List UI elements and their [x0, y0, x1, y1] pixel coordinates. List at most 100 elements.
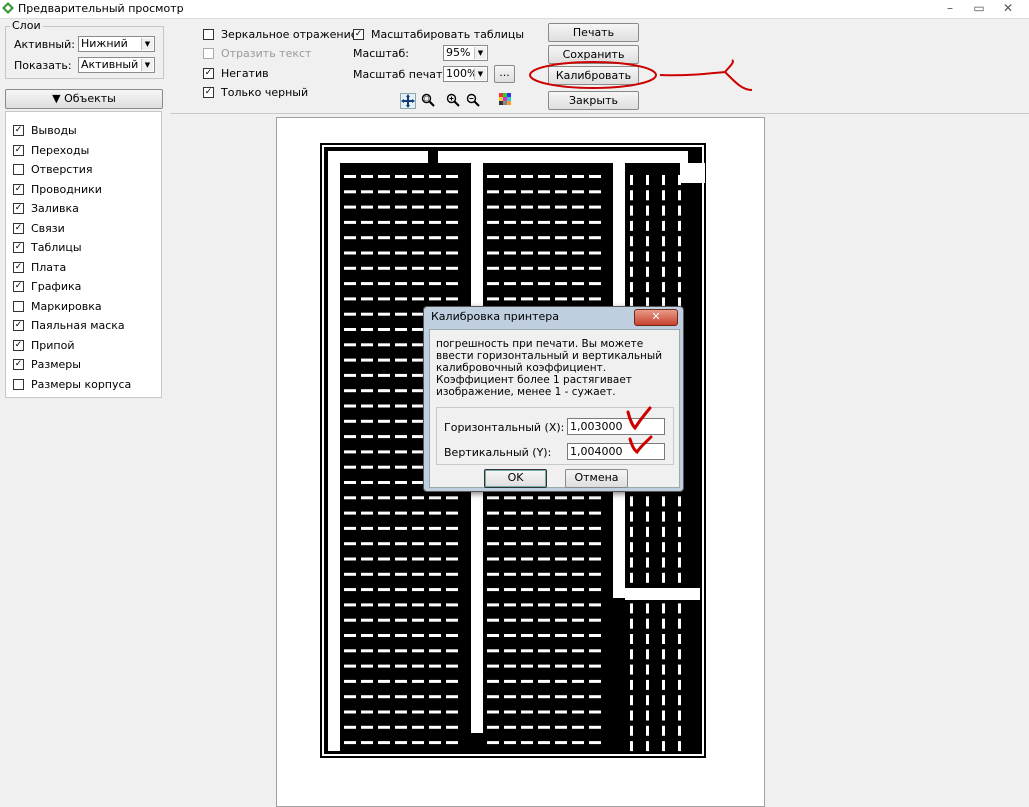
- active-layer-value: Нижний: [81, 37, 128, 50]
- object-item-traces[interactable]: ✓ Проводники: [13, 182, 102, 196]
- checkbox[interactable]: [203, 28, 214, 40]
- object-item-dimensions[interactable]: ✓ Размеры: [13, 357, 81, 371]
- checkbox[interactable]: [13, 300, 24, 312]
- object-item-label: Переходы: [31, 143, 90, 157]
- object-item-label: Таблицы: [31, 240, 82, 254]
- black-only-label: Только черный: [221, 85, 309, 99]
- object-item-marking[interactable]: Маркировка: [13, 299, 102, 313]
- object-item-solder-mask[interactable]: ✓ Паяльная маска: [13, 318, 125, 332]
- show-layer-select[interactable]: Активный ▼: [78, 57, 155, 73]
- print-button[interactable]: Печать: [548, 23, 639, 42]
- chevron-down-icon: ▼: [141, 59, 153, 71]
- negative-label: Негатив: [221, 66, 269, 80]
- object-item-label: Плата: [31, 260, 67, 274]
- object-item-vias[interactable]: ✓ Переходы: [13, 143, 89, 157]
- title-bar: Предварительный просмотр – ▭ ✕: [0, 0, 1029, 19]
- minimize-button[interactable]: –: [937, 0, 963, 16]
- red-check-marks: [626, 406, 653, 455]
- window-title: Предварительный просмотр: [18, 2, 184, 15]
- object-item-label: Размеры: [31, 357, 81, 371]
- color-palette-icon[interactable]: [499, 93, 515, 109]
- show-layer-label: Показать:: [14, 59, 72, 72]
- dialog-text: погрешность при печати. Вы можете ввести…: [436, 338, 663, 398]
- checkbox[interactable]: ✓: [13, 124, 24, 136]
- checkbox[interactable]: ✓: [13, 241, 24, 253]
- mirror-option[interactable]: Зеркальное отражение: [203, 27, 358, 41]
- object-item-label: Связи: [31, 221, 65, 235]
- object-item-label: Графика: [31, 279, 82, 293]
- checkbox[interactable]: [13, 378, 24, 390]
- scale-tables-label: Масштабировать таблицы: [371, 27, 525, 41]
- object-item-paste[interactable]: ✓ Припой: [13, 338, 74, 352]
- flip-text-option[interactable]: Отразить текст: [203, 46, 311, 60]
- active-layer-select[interactable]: Нижний ▼: [78, 36, 155, 52]
- object-item-graphics[interactable]: ✓ Графика: [13, 279, 81, 293]
- negative-option[interactable]: ✓ Негатив: [203, 66, 269, 80]
- ok-button[interactable]: OK: [484, 469, 547, 488]
- object-item-pins[interactable]: ✓ Выводы: [13, 123, 77, 137]
- zoom-in-icon[interactable]: [446, 93, 462, 109]
- object-item-label: Паяльная маска: [31, 318, 125, 332]
- black-only-option[interactable]: ✓ Только черный: [203, 85, 308, 99]
- toolbar-separator: [170, 113, 1029, 114]
- object-item-holes[interactable]: Отверстия: [13, 162, 93, 176]
- object-item-label: Проводники: [31, 182, 102, 196]
- checkbox[interactable]: ✓: [203, 67, 214, 79]
- object-item-fill[interactable]: ✓ Заливка: [13, 201, 79, 215]
- scale-select[interactable]: 95% ▼: [443, 45, 488, 61]
- checkbox[interactable]: ✓: [13, 183, 24, 195]
- checkbox[interactable]: [203, 47, 214, 59]
- checkbox[interactable]: ✓: [13, 339, 24, 351]
- object-item-label: Припой: [31, 338, 75, 352]
- cancel-button[interactable]: Отмена: [565, 469, 628, 488]
- object-item-label: Заливка: [31, 201, 79, 215]
- checkbox[interactable]: ✓: [353, 28, 364, 40]
- flip-text-label: Отразить текст: [221, 46, 312, 60]
- checkbox[interactable]: ✓: [13, 358, 24, 370]
- zoom-area-icon[interactable]: [421, 93, 437, 109]
- dialog-close-button[interactable]: ✕: [634, 309, 678, 326]
- chevron-down-icon: ▼: [141, 38, 153, 50]
- checkbox[interactable]: ✓: [13, 261, 24, 273]
- maximize-button[interactable]: ▭: [966, 0, 992, 16]
- object-item-label: Размеры корпуса: [31, 377, 132, 391]
- objects-panel: ✓ Выводы ✓ Переходы Отверстия ✓ Проводники …: [5, 111, 162, 398]
- checkbox[interactable]: ✓: [203, 86, 214, 98]
- object-item-label: Маркировка: [31, 299, 102, 313]
- print-scale-more-button[interactable]: ...: [494, 65, 515, 83]
- object-item-package-dimensions[interactable]: Размеры корпуса: [13, 377, 131, 391]
- checkbox[interactable]: ✓: [13, 202, 24, 214]
- vertical-label: Вертикальный (Y):: [444, 446, 552, 459]
- app-icon: [2, 2, 14, 14]
- chevron-down-icon: ▼: [474, 68, 486, 80]
- print-scale-value: 100%: [446, 67, 478, 80]
- red-annotation: [529, 59, 753, 91]
- print-scale-label: Масштаб печати:: [353, 68, 454, 81]
- dialog-title: Калибровка принтера: [431, 310, 560, 323]
- checkbox[interactable]: ✓: [13, 319, 24, 331]
- checkbox[interactable]: ✓: [13, 280, 24, 292]
- mirror-label: Зеркальное отражение: [221, 27, 358, 41]
- chevron-down-icon: ▼: [474, 47, 486, 59]
- active-layer-label: Активный:: [14, 38, 75, 51]
- zoom-out-icon[interactable]: [466, 93, 482, 109]
- object-item-board[interactable]: ✓ Плата: [13, 260, 66, 274]
- checkbox[interactable]: ✓: [13, 222, 24, 234]
- scale-value: 95%: [446, 46, 471, 59]
- close-window-button[interactable]: ✕: [995, 0, 1021, 16]
- checkbox[interactable]: ✓: [13, 144, 24, 156]
- objects-toggle-button[interactable]: ▼ Объекты: [5, 89, 163, 109]
- scale-label: Масштаб:: [353, 47, 409, 60]
- object-item-label: Выводы: [31, 123, 77, 137]
- layers-group-title: Слои: [10, 19, 43, 32]
- print-scale-select[interactable]: 100% ▼: [443, 66, 488, 82]
- object-item-label: Отверстия: [31, 162, 93, 176]
- move-icon[interactable]: [400, 93, 416, 109]
- horizontal-label: Горизонтальный (X):: [444, 421, 565, 434]
- object-item-tables[interactable]: ✓ Таблицы: [13, 240, 82, 254]
- calibration-dialog: Калибровка принтера ✕ погрешность при пе…: [423, 306, 684, 492]
- checkbox[interactable]: [13, 163, 24, 175]
- show-layer-value: Активный: [81, 58, 139, 71]
- scale-tables-option[interactable]: ✓ Масштабировать таблицы: [353, 27, 524, 41]
- object-item-links[interactable]: ✓ Связи: [13, 221, 65, 235]
